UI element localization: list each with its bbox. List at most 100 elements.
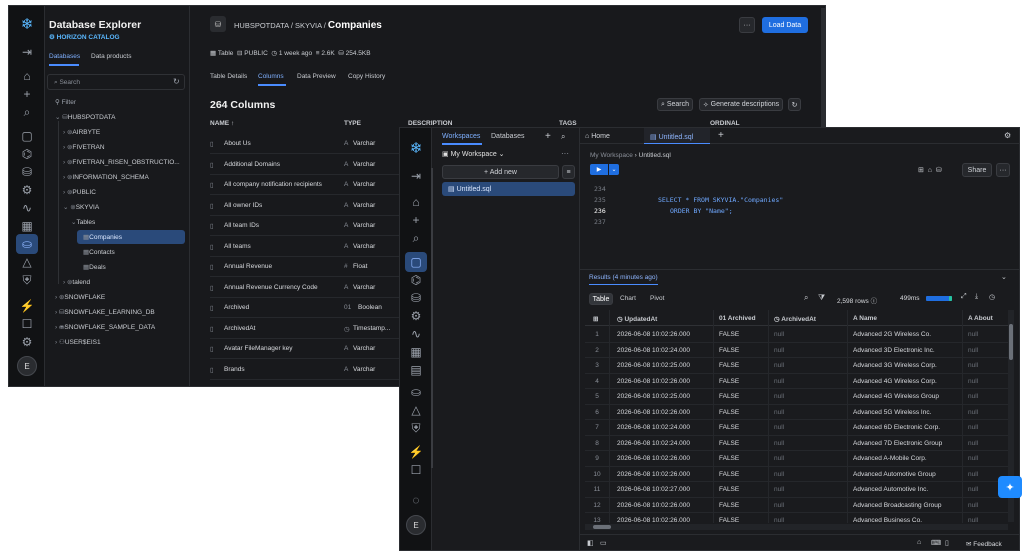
result-row[interactable]: 8 2026-06-08 10:02:24.000 FALSE null Advance… xyxy=(585,436,1013,451)
tree-item[interactable]: ▦ Contacts xyxy=(83,248,115,256)
cell-name[interactable]: Advanced 3G Wireless Corp. xyxy=(853,362,937,369)
result-row[interactable]: 13 2026-06-08 10:02:26.000 FALSE null Advanc… xyxy=(585,513,1013,523)
run-button[interactable]: ▶ xyxy=(590,164,608,175)
apps-icon[interactable]: ▦ xyxy=(16,216,38,236)
header-about[interactable]: A About xyxy=(968,315,993,322)
grid-column-separator[interactable] xyxy=(609,310,610,523)
cell-archivedat[interactable]: null xyxy=(774,502,784,509)
home-icon[interactable]: ⌂ xyxy=(928,167,932,174)
cell-archivedat[interactable]: null xyxy=(774,393,784,400)
database-icon[interactable]: ⛀ xyxy=(405,382,427,402)
cell-archived[interactable]: FALSE xyxy=(719,502,739,509)
chat-icon[interactable]: ☐ xyxy=(16,314,38,334)
tree-item[interactable]: › ⛁ SNOWFLAKE_LEARNING_DB xyxy=(55,308,155,316)
monitoring-icon[interactable]: ∿ xyxy=(405,324,427,344)
cell-about[interactable]: null xyxy=(968,347,978,354)
feedback-link[interactable]: ✉ Feedback xyxy=(966,540,1002,548)
cell-archivedat[interactable]: null xyxy=(774,331,784,338)
cell-updatedat[interactable]: 2026-06-08 10:02:27.000 xyxy=(617,486,690,493)
status-home-icon[interactable]: ⌂ xyxy=(917,539,921,546)
cell-name[interactable]: Advanced Automotive Group xyxy=(853,471,936,478)
ai-icon[interactable]: ⌬ xyxy=(405,270,427,290)
run-options-button[interactable]: ⌄ xyxy=(609,164,619,175)
cell-archived[interactable]: FALSE xyxy=(719,347,739,354)
workspace-more-icon[interactable]: ··· xyxy=(561,149,569,158)
cell-archivedat[interactable]: null xyxy=(774,486,784,493)
download-icon[interactable]: ⤓ xyxy=(975,293,978,301)
grid-column-separator[interactable] xyxy=(768,310,769,523)
admin-icon[interactable]: ⚡ xyxy=(16,296,38,316)
cell-updatedat[interactable]: 2026-06-08 10:02:26.000 xyxy=(617,378,690,385)
tree-item[interactable]: › ⊚ talend xyxy=(63,278,90,286)
snowflake-logo-icon[interactable]: ❄ xyxy=(405,138,427,158)
tree-item[interactable]: › ⛂ SNOWFLAKE_SAMPLE_DATA xyxy=(55,323,155,331)
tree-item[interactable]: › ⊚ INFORMATION_SCHEMA xyxy=(63,173,149,181)
cell-about[interactable]: null xyxy=(968,362,978,369)
cell-archivedat[interactable]: null xyxy=(774,440,784,447)
cell-updatedat[interactable]: 2026-06-08 10:02:26.000 xyxy=(617,471,690,478)
cell-updatedat[interactable]: 2026-06-08 10:02:25.000 xyxy=(617,362,690,369)
breadcrumb-workspace[interactable]: My Workspace xyxy=(590,152,633,159)
tree-item[interactable]: › ⚇ USER$EIS1 xyxy=(55,338,101,346)
database-icon[interactable]: ⛁ xyxy=(936,167,942,174)
grid-column-separator[interactable] xyxy=(713,310,714,523)
header-updatedat[interactable]: ◷ UpdatedAt xyxy=(617,315,657,323)
breadcrumb-path[interactable]: HUBSPOTDATA / SKYVIA / xyxy=(234,21,328,30)
sort-button[interactable]: ≡ xyxy=(562,165,575,179)
cell-archived[interactable]: FALSE xyxy=(719,409,739,416)
tree-item[interactable]: › ⊚ AIRBYTE xyxy=(63,128,100,136)
breadcrumb-file[interactable]: Untitled.sql xyxy=(639,152,671,159)
keyboard-icon[interactable]: ⌨ xyxy=(931,539,941,547)
data-icon[interactable]: ⛁ xyxy=(16,162,38,182)
add-icon[interactable]: + xyxy=(16,84,38,104)
info-icon[interactable]: ⓘ xyxy=(871,298,878,305)
cell-archivedat[interactable]: null xyxy=(774,378,784,385)
horizon-catalog-link[interactable]: ⚙ HORIZON CATALOG xyxy=(49,33,120,41)
grid-horizontal-scrollbar[interactable] xyxy=(585,524,1008,530)
cell-archived[interactable]: FALSE xyxy=(719,455,739,462)
tab-untitled-sql[interactable]: ▤ Untitled.sql xyxy=(644,128,710,144)
result-row[interactable]: 10 2026-06-08 10:02:26.000 FALSE null Advanc… xyxy=(585,467,1013,482)
new-tab-icon[interactable]: + xyxy=(718,130,724,141)
tree-item[interactable]: ⌄ ⊚ SKYVIA xyxy=(63,203,99,211)
cell-name[interactable]: Advanced 5G Wireless Inc. xyxy=(853,409,931,416)
tab-home[interactable]: ⌂ Home xyxy=(585,133,610,140)
result-row[interactable]: 7 2026-06-08 10:02:24.000 FALSE null Advance… xyxy=(585,420,1013,436)
cell-archived[interactable]: FALSE xyxy=(719,393,739,400)
split-toggle-icon[interactable]: ▭ xyxy=(600,539,607,547)
grid-column-separator[interactable] xyxy=(847,310,848,523)
header-type[interactable]: TYPE xyxy=(344,120,361,127)
cell-about[interactable]: null xyxy=(968,471,978,478)
user-avatar[interactable]: E xyxy=(17,356,37,376)
file-untitled-sql[interactable]: ▤ Untitled.sql xyxy=(442,182,575,196)
refresh-icon[interactable]: ↻ xyxy=(173,77,180,86)
cell-name[interactable]: Advanced A-Mobile Corp. xyxy=(853,455,927,462)
cell-archivedat[interactable]: null xyxy=(774,347,784,354)
code-editor[interactable]: 234 235 SELECT * FROM SKYVIA."Companies" 23… xyxy=(580,184,1014,269)
result-row[interactable]: 2 2026-06-08 10:02:24.000 FALSE null Advance… xyxy=(585,343,1013,358)
horizontal-scroll-thumb[interactable] xyxy=(593,525,611,529)
vertical-scroll-thumb[interactable] xyxy=(1009,324,1013,360)
panel-toggle-icon[interactable]: ◧ xyxy=(587,539,594,547)
compute-icon[interactable]: ▤ xyxy=(405,360,427,380)
cell-name[interactable]: Advanced 3D Electronic Inc. xyxy=(853,347,935,354)
monitoring-icon[interactable]: ∿ xyxy=(16,198,38,218)
search-icon[interactable]: ⌕ xyxy=(405,228,427,248)
share-button[interactable]: Share xyxy=(962,163,992,177)
filter-icon[interactable]: ⧩ xyxy=(818,293,825,303)
admin-icon[interactable]: ⚡ xyxy=(405,442,427,462)
cell-archived[interactable]: FALSE xyxy=(719,440,739,447)
cell-about[interactable]: null xyxy=(968,393,978,400)
projects-icon[interactable]: ▢ xyxy=(16,126,38,146)
tree-item[interactable]: › ⊚ PUBLIC xyxy=(63,188,96,196)
view-pivot[interactable]: Pivot xyxy=(650,295,664,302)
columns-search-button[interactable]: ⌕ Search xyxy=(657,98,693,111)
collapse-icon[interactable]: ⇥ xyxy=(16,42,38,62)
view-chart[interactable]: Chart xyxy=(620,295,636,302)
book-icon[interactable]: ▯ xyxy=(945,539,949,547)
tab-databases[interactable]: Databases xyxy=(49,53,80,60)
cell-updatedat[interactable]: 2026-06-08 10:02:24.000 xyxy=(617,440,690,447)
cell-about[interactable]: null xyxy=(968,486,978,493)
cell-archivedat[interactable]: null xyxy=(774,455,784,462)
cell-archived[interactable]: FALSE xyxy=(719,378,739,385)
